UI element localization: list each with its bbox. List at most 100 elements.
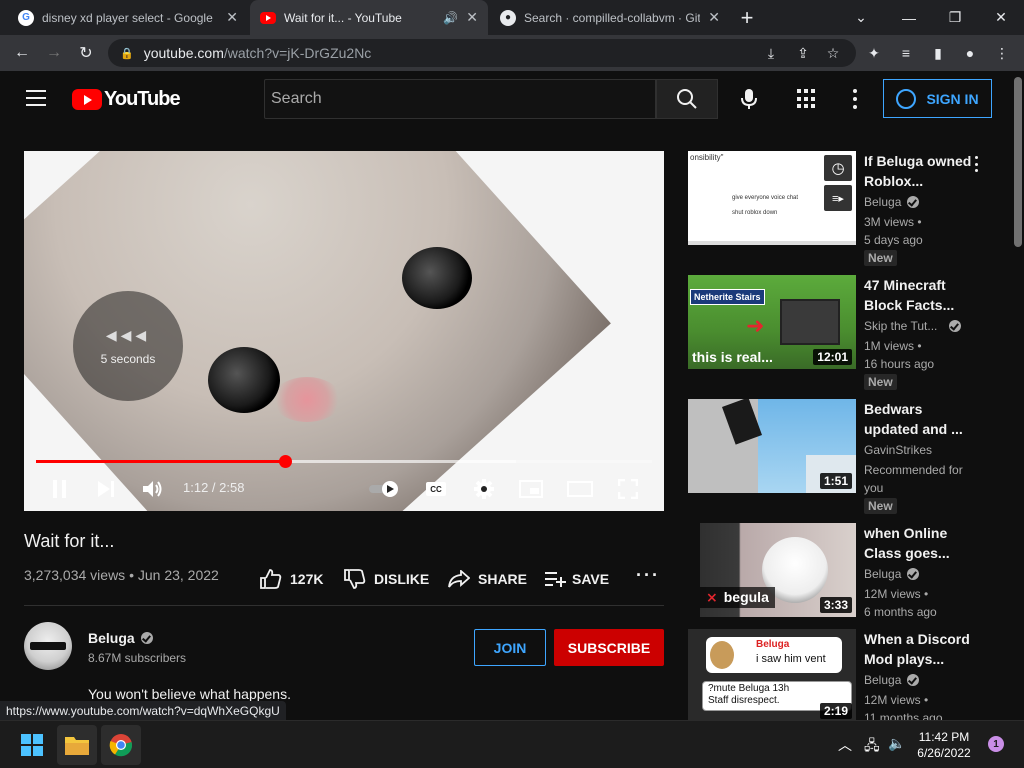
start-button[interactable]	[12, 725, 52, 765]
recommendation-title[interactable]: If Beluga owned Roblox...	[864, 151, 974, 191]
join-button[interactable]: JOIN	[474, 629, 546, 666]
audio-playing-icon[interactable]: 🔊	[443, 11, 458, 25]
scrollbar-thumb[interactable]	[1014, 77, 1022, 247]
fullscreen-button[interactable]	[616, 477, 640, 501]
subscriber-count: 8.67M subscribers	[88, 651, 187, 665]
side-panel-icon[interactable]: ▮	[928, 43, 948, 63]
recommendation-thumbnail[interactable]: Netherite Stairs ➜ this is real... 12:01	[688, 275, 856, 369]
close-icon[interactable]: ✕	[708, 9, 720, 26]
svg-text:CC: CC	[430, 485, 442, 494]
tab-google-search[interactable]: G disney xd player select - Google ✕	[8, 0, 248, 35]
page-scrollbar[interactable]	[1012, 71, 1024, 720]
tab-github-search[interactable]: ● Search · compilled-collabvm · Git ✕	[490, 0, 730, 35]
netherite-block-graphic	[780, 299, 840, 345]
channel-text: Beluga	[864, 567, 902, 581]
apps-grid-icon[interactable]	[797, 89, 817, 109]
menu-icon[interactable]	[26, 90, 46, 106]
channel-avatar[interactable]	[24, 622, 72, 670]
minimize-button[interactable]: —	[886, 0, 932, 35]
recommendation-thumbnail[interactable]: 1:51	[688, 399, 856, 493]
pause-icon	[53, 480, 66, 498]
like-button[interactable]: 127K	[260, 568, 323, 590]
system-clock[interactable]: 11:42 PM 6/26/2022	[910, 729, 978, 761]
recommendation-channel: Beluga	[864, 195, 920, 209]
speaker-icon[interactable]: 🔈	[888, 735, 905, 752]
thumb-text: this is real...	[692, 349, 773, 365]
close-window-button[interactable]: ✕	[978, 0, 1024, 35]
save-button[interactable]: SAVE	[544, 568, 609, 590]
recommendation-item[interactable]: 1:51 Bedwars updated and ... GavinStrike…	[688, 399, 1008, 517]
fullscreen-icon	[618, 479, 638, 499]
recommendation-title[interactable]: When a Discord Mod plays...	[864, 629, 974, 669]
recommendation-item[interactable]: Beluga i saw him vent ?mute Beluga 13h S…	[688, 629, 1008, 720]
reload-button[interactable]: ↻	[74, 41, 98, 65]
lock-icon[interactable]: 🔒	[120, 47, 134, 60]
search-input[interactable]: Search	[264, 79, 656, 119]
voice-search-button[interactable]	[735, 85, 763, 113]
recommendation-thumbnail[interactable]: onsibility" give everyone voice chat shu…	[688, 151, 856, 245]
close-icon[interactable]: ✕	[466, 9, 478, 26]
thumb-text: i saw him vent	[756, 653, 826, 665]
share-icon[interactable]: ⇪	[794, 44, 812, 62]
browser-menu-icon[interactable]: ⋮	[992, 43, 1012, 63]
back-button[interactable]: ←	[10, 41, 34, 65]
subscribe-button[interactable]: SUBSCRIBE	[554, 629, 664, 666]
dislike-button[interactable]: DISLIKE	[344, 568, 429, 590]
pause-button[interactable]	[48, 477, 72, 501]
captions-button[interactable]: CC	[424, 477, 448, 501]
recommendation-title[interactable]: Bedwars updated and ...	[864, 399, 974, 439]
recommendation-views: 12M views •	[864, 693, 929, 707]
file-explorer-button[interactable]	[57, 725, 97, 765]
recommendation-item[interactable]: onsibility" give everyone voice chat shu…	[688, 151, 1008, 269]
search-button[interactable]	[656, 79, 718, 119]
volume-button[interactable]	[140, 477, 166, 501]
new-tab-button[interactable]: +	[724, 0, 770, 35]
settings-button[interactable]	[472, 477, 496, 501]
settings-kebab-icon[interactable]	[851, 89, 859, 109]
channel-name[interactable]: Beluga	[88, 630, 153, 646]
address-bar[interactable]: 🔒 youtube.com/watch?v=jK-DrGZu2Nc ⤓ ⇪ ☆	[108, 39, 856, 67]
recommendation-item[interactable]: Netherite Stairs ➜ this is real... 12:01…	[688, 275, 1008, 393]
forward-button[interactable]: →	[42, 41, 66, 65]
next-button[interactable]	[94, 477, 118, 501]
tab-youtube[interactable]: Wait for it... - YouTube 🔊 ✕	[250, 0, 488, 35]
progress-bar[interactable]	[36, 455, 652, 468]
chrome-taskbar-button[interactable]	[101, 725, 141, 765]
sign-in-button[interactable]: SIGN IN	[883, 79, 992, 118]
bookmark-star-icon[interactable]: ☆	[824, 44, 842, 62]
restore-button[interactable]: ❐	[932, 0, 978, 35]
microphone-icon	[741, 89, 757, 109]
share-button[interactable]: SHARE	[448, 568, 527, 590]
chevron-up-icon[interactable]: ︿	[838, 735, 852, 755]
recommendation-item[interactable]: ⨯ begula 3:33 when Online Class goes... B…	[688, 523, 1008, 619]
autoplay-toggle[interactable]	[368, 477, 402, 501]
notification-badge[interactable]: 1	[988, 736, 1004, 752]
media-controls-icon[interactable]: ≡	[896, 43, 916, 63]
share-arrow-icon	[448, 570, 470, 588]
video-player[interactable]: ◀◀◀ 5 seconds 1:12 / 2:58 CC	[24, 151, 664, 511]
recommendation-menu-icon[interactable]	[972, 156, 980, 172]
more-actions-button[interactable]: ···	[636, 564, 660, 586]
sign-in-label: SIGN IN	[926, 90, 979, 107]
recommendation-title[interactable]: 47 Minecraft Block Facts...	[864, 275, 974, 315]
watch-later-icon[interactable]: ◷	[824, 155, 852, 181]
miniplayer-button[interactable]	[518, 477, 544, 501]
close-icon[interactable]: ✕	[226, 9, 238, 26]
extensions-icon[interactable]: ✦	[864, 43, 884, 63]
theater-mode-button[interactable]	[566, 477, 594, 501]
progress-played	[36, 460, 286, 463]
thumb-text: begula	[723, 589, 769, 605]
network-icon[interactable]: 🖧	[864, 735, 880, 759]
recommendation-channel: Skip the Tut...	[864, 319, 962, 333]
add-to-queue-icon[interactable]: ≡▸	[824, 185, 852, 211]
video-meta: 3,273,034 views • Jun 23, 2022	[24, 567, 219, 583]
chevron-down-icon[interactable]: ⌄	[838, 0, 884, 35]
tab-title: disney xd player select - Google	[42, 10, 213, 25]
divider	[24, 605, 664, 606]
recommendation-thumbnail[interactable]: Beluga i saw him vent ?mute Beluga 13h S…	[688, 629, 856, 720]
recommendation-title[interactable]: when Online Class goes...	[864, 523, 974, 563]
recommendation-thumbnail[interactable]: ⨯ begula 3:33	[700, 523, 856, 617]
youtube-logo[interactable]: YouTube	[72, 88, 181, 111]
profile-icon[interactable]: ●	[960, 43, 980, 63]
install-app-icon[interactable]: ⤓	[762, 44, 780, 62]
